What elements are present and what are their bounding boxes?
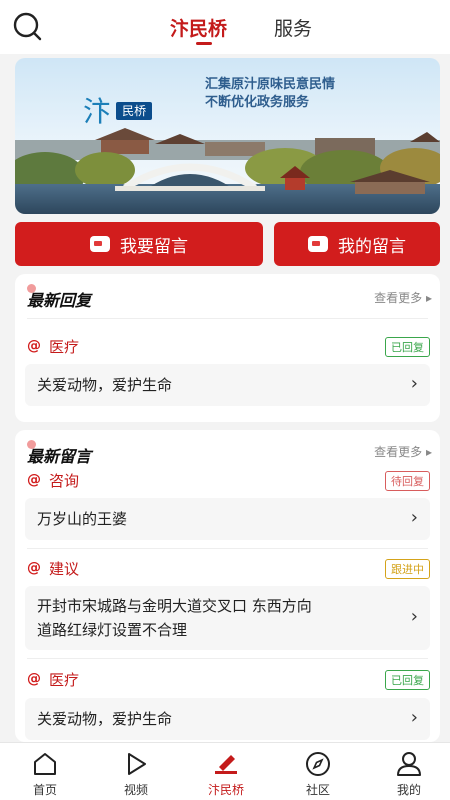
at-icon: @ <box>27 560 41 576</box>
user-icon <box>397 752 421 776</box>
latest-replies-card: 最新回复 查看更多 ▸ @ 医疗 已回复 关爱动物，爱护生命 › <box>15 274 440 422</box>
divider <box>27 658 428 659</box>
message-icon <box>90 236 110 252</box>
leave-message-button[interactable]: 我要留言 <box>15 222 263 266</box>
message-item-text-line2: 道路红绿灯设置不合理 <box>37 621 188 639</box>
reply-item-text: 关爱动物，爱护生命 <box>37 376 173 394</box>
latest-replies-more-link[interactable]: 查看更多 ▸ <box>374 289 432 306</box>
message-item[interactable]: 开封市宋城路与金明大道交叉口 东西方向 道路红绿灯设置不合理 › <box>25 586 430 650</box>
tab-active-indicator <box>196 42 212 45</box>
category-label: 咨询 <box>49 471 80 490</box>
divider <box>27 548 428 549</box>
bridge-icon <box>215 755 237 774</box>
more-link-label: 查看更多 <box>374 445 423 459</box>
category-label: 建议 <box>49 559 80 578</box>
banner-image[interactable]: 汴 民桥 汇集原汁原味民意民情 不断优化政务服务 <box>15 58 440 214</box>
nav-label: 社区 <box>305 783 330 797</box>
banner-logo-area: 汴 民桥 <box>83 90 153 130</box>
at-icon: @ <box>27 472 41 488</box>
play-icon <box>128 753 146 775</box>
banner-logo-text: 民桥 <box>116 102 153 120</box>
message-item-text-line1: 开封市宋城路与金明大道交叉口 东西方向 <box>37 597 312 615</box>
at-icon: @ <box>27 671 41 687</box>
latest-messages-card: 最新留言 查看更多 ▸ @ 咨询 待回复 万岁山的王婆 › @ 建议 跟进中 开… <box>15 430 440 742</box>
category-label: 医疗 <box>49 670 80 689</box>
message-item-text: 关爱动物，爱护生命 <box>37 710 173 728</box>
banner-slogan-line2: 不断优化政务服务 <box>205 95 310 110</box>
status-badge: 跟进中 <box>385 559 430 579</box>
message-item-tag: @ 咨询 <box>27 470 79 490</box>
banner-logo-mark: 汴 <box>83 95 112 128</box>
tab-bianminqiao[interactable]: 汴民桥 <box>170 14 227 41</box>
chevron-right-icon: › <box>410 373 418 394</box>
message-item-tag: @ 医疗 <box>27 669 79 689</box>
latest-messages-more-link[interactable]: 查看更多 ▸ <box>374 443 432 460</box>
chevron-right-icon: › <box>410 707 418 728</box>
reply-item[interactable]: 关爱动物，爱护生命 › <box>25 364 430 406</box>
message-item-tag: @ 建议 <box>27 558 79 578</box>
nav-item-mine[interactable]: 我的 <box>379 749 439 798</box>
status-badge: 已回复 <box>385 670 430 690</box>
header-tabs: 汴民桥 服务 <box>0 0 450 54</box>
message-icon <box>308 236 328 252</box>
message-item[interactable]: 关爱动物，爱护生命 › <box>25 698 430 740</box>
status-badge: 待回复 <box>385 471 430 491</box>
reply-item-tag: @ 医疗 <box>27 336 79 356</box>
banner-slogan-line1: 汇集原汁原味民意民情 <box>205 77 336 92</box>
nav-label: 首页 <box>32 783 57 797</box>
top-bar: 汴民桥 服务 <box>0 0 450 54</box>
nav-item-community[interactable]: 社区 <box>288 749 348 798</box>
latest-replies-title: 最新回复 <box>27 291 92 310</box>
banner-slogan: 汇集原汁原味民意民情 不断优化政务服务 <box>205 76 335 112</box>
message-item-text: 万岁山的王婆 <box>37 510 128 528</box>
message-item[interactable]: 万岁山的王婆 › <box>25 498 430 540</box>
nav-label: 我的 <box>396 783 421 797</box>
more-link-label: 查看更多 <box>374 291 423 305</box>
bottom-navigation: 首页 视频 汴民桥 社区 我的 <box>0 742 450 800</box>
home-icon <box>34 753 56 775</box>
action-buttons: 我要留言 我的留言 <box>15 222 440 266</box>
category-label: 医疗 <box>49 337 80 356</box>
nav-item-home[interactable]: 首页 <box>15 749 75 798</box>
latest-messages-title: 最新留言 <box>27 447 92 466</box>
at-icon: @ <box>27 338 41 354</box>
leave-message-label: 我要留言 <box>120 236 188 257</box>
nav-label: 汴民桥 <box>207 783 244 797</box>
my-messages-label: 我的留言 <box>338 236 406 257</box>
nav-item-bianminqiao[interactable]: 汴民桥 <box>196 749 256 798</box>
my-messages-button[interactable]: 我的留言 <box>274 222 440 266</box>
chevron-right-icon: › <box>410 606 418 627</box>
nav-label: 视频 <box>123 783 148 797</box>
nav-item-video[interactable]: 视频 <box>106 749 166 798</box>
status-badge: 已回复 <box>385 337 430 357</box>
compass-icon <box>306 752 330 776</box>
divider <box>27 318 428 319</box>
chevron-right-icon: › <box>410 507 418 528</box>
tab-service[interactable]: 服务 <box>274 14 312 41</box>
